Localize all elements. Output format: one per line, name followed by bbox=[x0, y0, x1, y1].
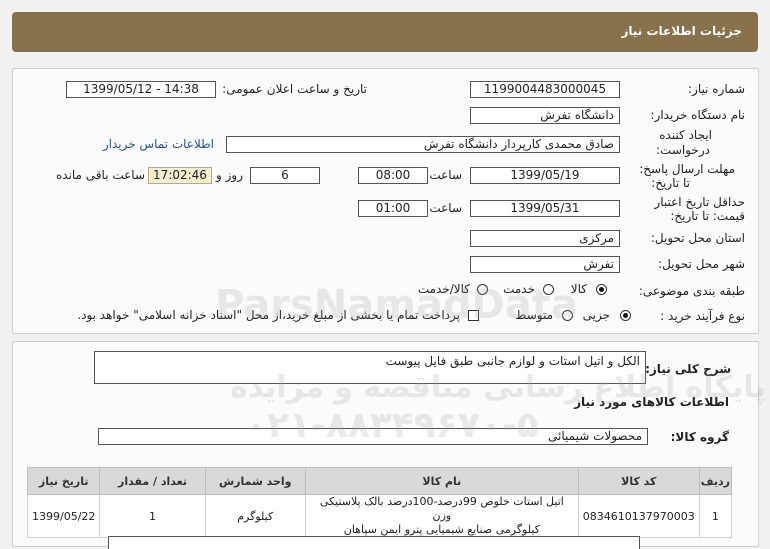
process-type-label: نوع فرآیند خرید : bbox=[660, 309, 745, 323]
page-header: جزئیات اطلاعات نیاز bbox=[12, 12, 758, 52]
col-header-unit: واحد شمارش bbox=[204, 467, 306, 495]
col-header-row: ردیف bbox=[698, 467, 733, 495]
process-option-minor: جزیی bbox=[582, 308, 610, 322]
cell-row: 1 bbox=[698, 494, 733, 538]
validity-time-label: ساعت bbox=[429, 201, 462, 215]
cell-name-line2: کیلوگرمی صنایع شیمیایی پترو ایمن سپاهان bbox=[343, 523, 540, 536]
category-option-service: خدمت bbox=[503, 282, 535, 296]
col-header-date: تاریخ نیاز bbox=[26, 467, 101, 495]
col-header-qty: تعداد / مقدار bbox=[99, 467, 206, 495]
cell-code: 0834610137970003 bbox=[577, 494, 700, 538]
reply-deadline-label-line2: تا تاریخ: bbox=[651, 176, 690, 190]
remaining-time-countdown: 17:02:46 bbox=[148, 167, 212, 184]
category-option-goods-service: کالا/خدمت bbox=[417, 282, 470, 296]
table-row[interactable]: 1 0834610137970003 اتیل استات خلوص 99درص… bbox=[26, 494, 733, 538]
cell-name-line1: اتیل استات خلوص 99درصد-100درصد بالک پلاس… bbox=[319, 495, 564, 522]
reply-deadline-label-line1: مهلت ارسال پاسخ: bbox=[639, 162, 735, 176]
validity-date-field[interactable]: 1399/05/31 bbox=[470, 200, 620, 217]
reply-time-field[interactable]: 08:00 bbox=[358, 167, 428, 184]
category-label: طبقه بندی موضوعی: bbox=[638, 284, 745, 298]
days-remaining-field[interactable]: 6 bbox=[250, 167, 320, 184]
process-radio-minor[interactable] bbox=[620, 310, 631, 321]
category-option-goods: کالا bbox=[570, 282, 587, 296]
process-option-medium: متوسط bbox=[515, 308, 553, 322]
province-label: استان محل تحویل: bbox=[650, 231, 745, 245]
cell-name: اتیل استات خلوص 99درصد-100درصد بالک پلاس… bbox=[304, 494, 579, 538]
buyer-label: نام دستگاه خریدار: bbox=[650, 108, 746, 122]
need-number-label: شماره نیاز: bbox=[688, 82, 745, 96]
announce-label: تاریخ و ساعت اعلان عمومی: bbox=[222, 82, 367, 96]
creator-label-line1: ایجاد کننده bbox=[659, 128, 712, 142]
days-label: روز و bbox=[216, 168, 243, 182]
goods-table: ردیف کد کالا نام کالا واحد شمارش تعداد /… bbox=[26, 467, 733, 538]
city-field[interactable]: تفرش bbox=[470, 256, 620, 273]
contact-buyer-link[interactable]: اطلاعات تماس خریدار bbox=[103, 137, 214, 151]
treasury-payment-checkbox[interactable] bbox=[468, 310, 479, 321]
col-header-code: کد کالا bbox=[577, 467, 700, 495]
remaining-time-label: ساعت باقی مانده bbox=[55, 168, 145, 182]
next-section-box bbox=[108, 536, 640, 549]
category-radio-service[interactable] bbox=[543, 284, 554, 295]
description-field[interactable]: الکل و اتیل استات و لوازم جانبی طبق فایل… bbox=[94, 351, 646, 384]
cell-date: 1399/05/22 bbox=[26, 494, 101, 538]
buyer-field[interactable]: دانشگاه تفرش bbox=[470, 107, 620, 124]
goods-group-label: گروه کالا: bbox=[670, 430, 729, 444]
city-label: شهر محل تحویل: bbox=[658, 257, 745, 271]
goods-group-field[interactable]: محصولات شیمیائی bbox=[98, 428, 648, 445]
creator-field[interactable]: صادق محمدی کارپرداز دانشگاه تفرش bbox=[226, 136, 620, 153]
process-radio-medium[interactable] bbox=[562, 310, 573, 321]
validity-label-line2: قیمت: تا تاریخ: bbox=[670, 209, 745, 223]
announce-datetime-field[interactable]: 1399/05/12 - 14:38 bbox=[66, 81, 216, 98]
col-header-name: نام کالا bbox=[304, 467, 579, 495]
cell-qty: 1 bbox=[99, 494, 206, 538]
reply-date-field[interactable]: 1399/05/19 bbox=[470, 167, 620, 184]
category-radio-goods[interactable] bbox=[596, 284, 607, 295]
creator-label-line2: درخواست: bbox=[656, 143, 710, 157]
province-field[interactable]: مرکزی bbox=[470, 230, 620, 247]
treasury-payment-note: پرداخت تمام یا بخشی از مبلغ خرید،از محل … bbox=[77, 308, 460, 322]
validity-time-field[interactable]: 01:00 bbox=[358, 200, 428, 217]
description-label: شرح کلی نیاز: bbox=[645, 362, 731, 376]
category-radio-goods-service[interactable] bbox=[477, 284, 488, 295]
cell-unit: کیلوگرم bbox=[204, 494, 306, 538]
validity-label-line1: حداقل تاریخ اعتبار bbox=[654, 195, 745, 209]
page-title: جزئیات اطلاعات نیاز bbox=[621, 24, 742, 38]
reply-time-label: ساعت bbox=[429, 168, 462, 182]
goods-section-title: اطلاعات کالاهای مورد نیاز bbox=[574, 395, 729, 409]
need-number-field[interactable]: 1199004483000045 bbox=[470, 81, 620, 98]
